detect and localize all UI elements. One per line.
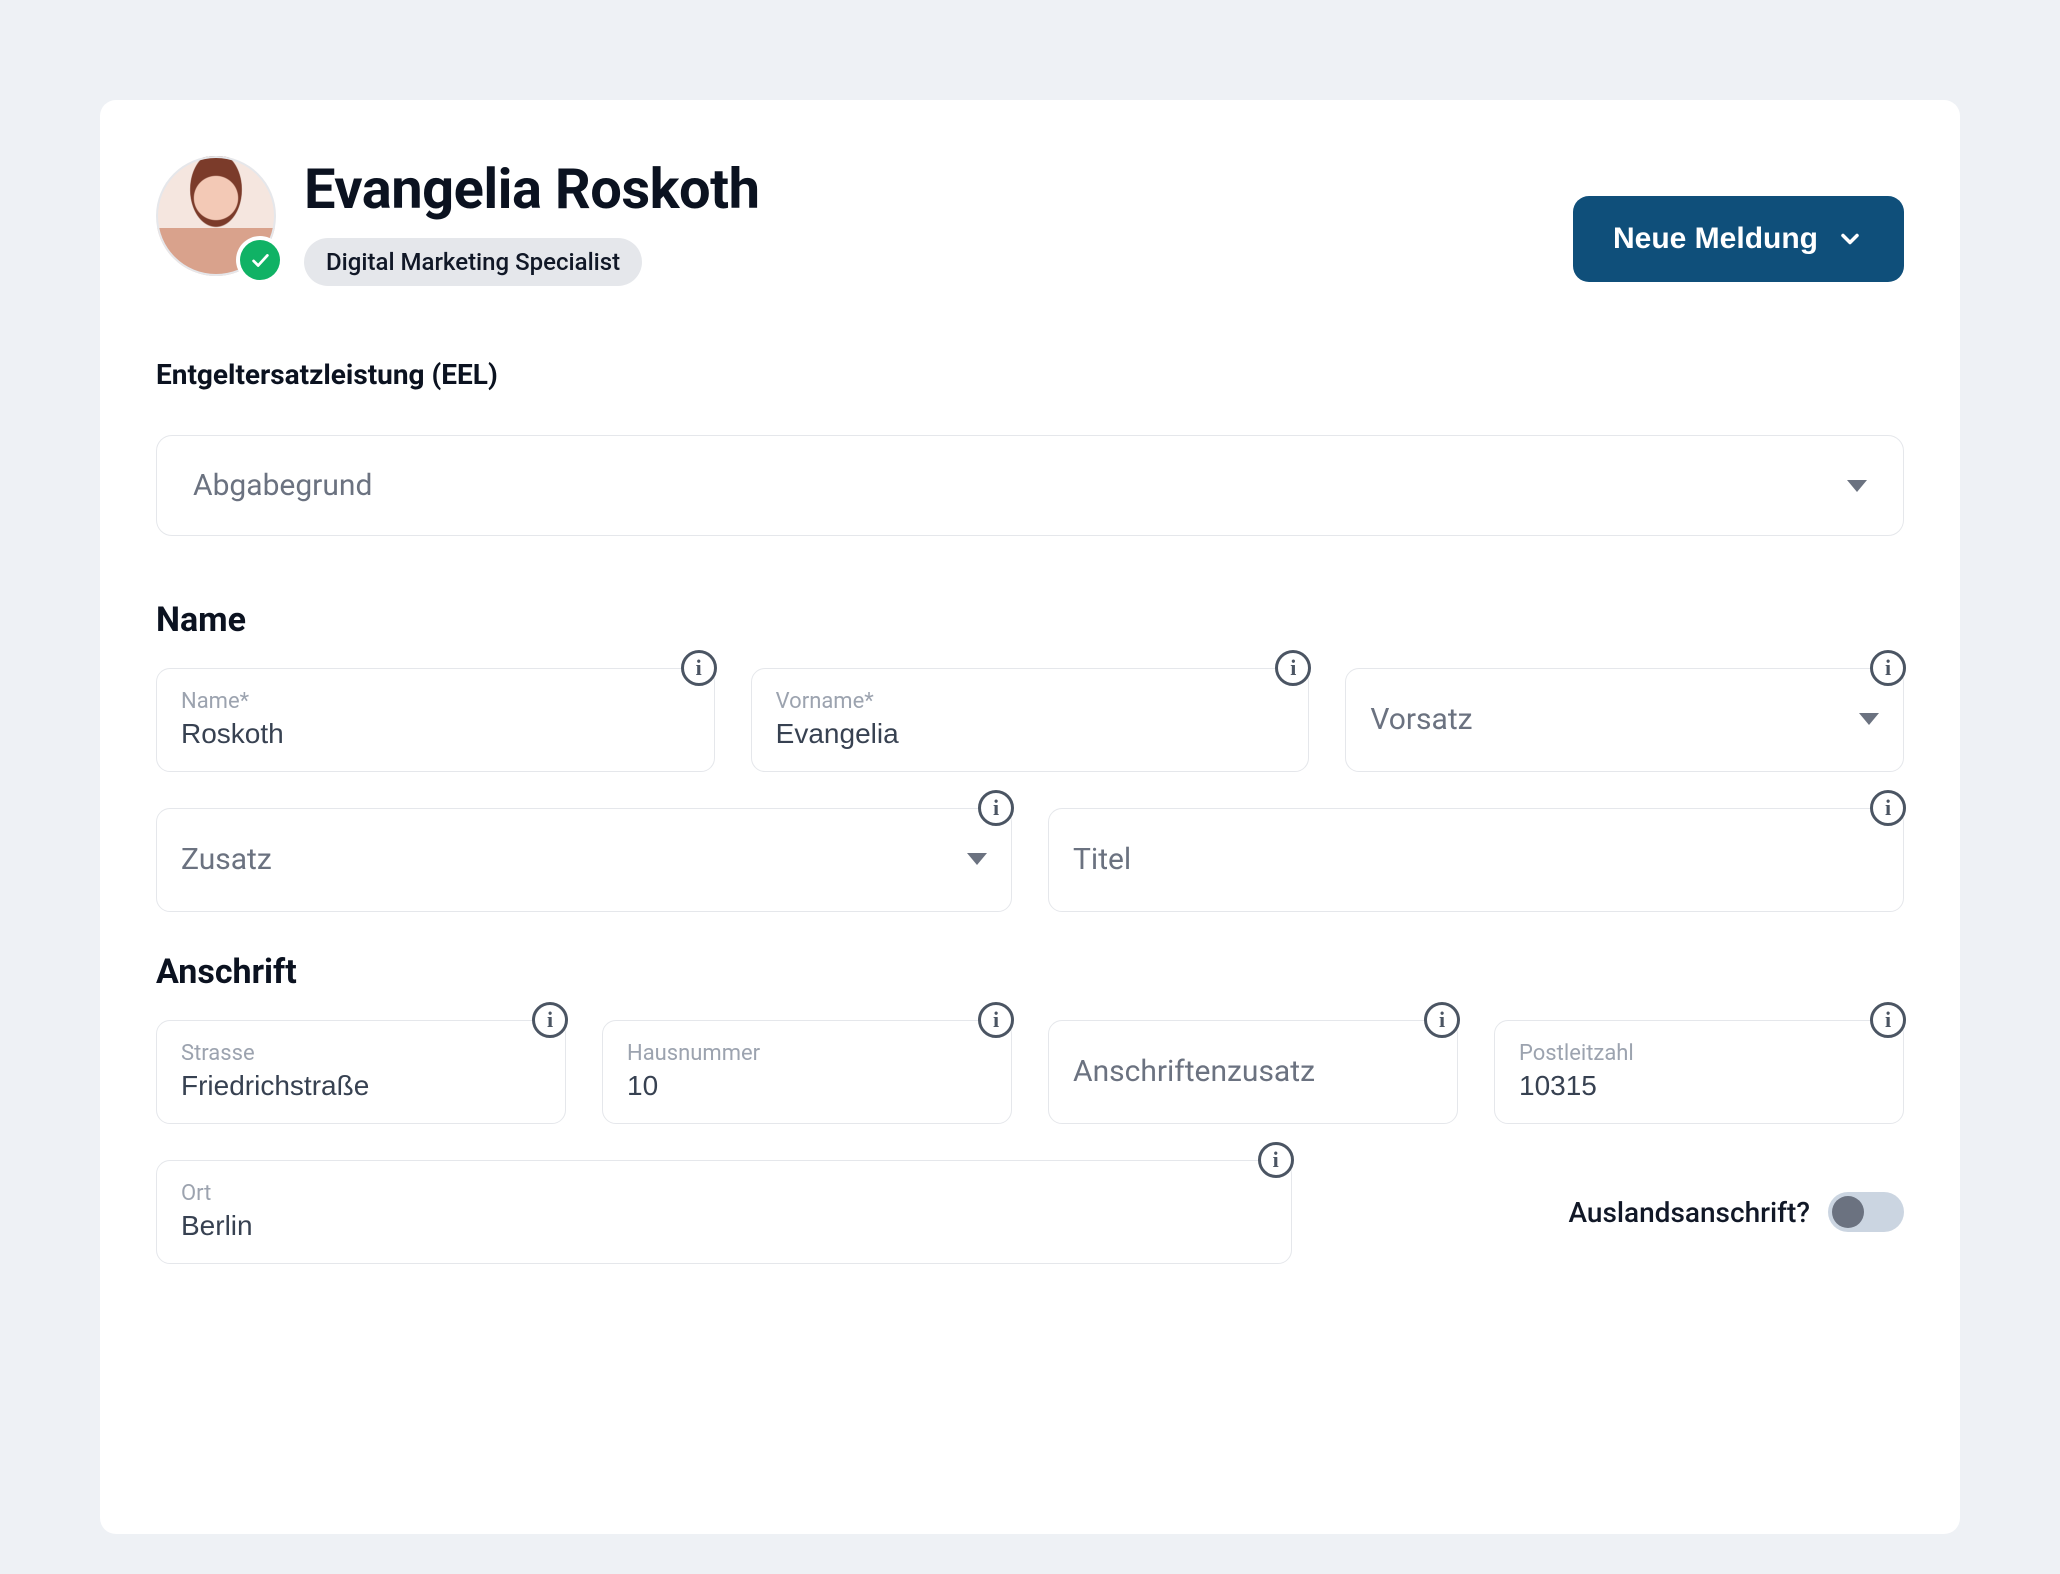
app-frame: Evangelia Roskoth Digital Marketing Spec… (40, 40, 2020, 1534)
new-report-label: Neue Meldung (1613, 222, 1818, 256)
titel-input-box[interactable]: Titel (1048, 808, 1904, 912)
page-card: Evangelia Roskoth Digital Marketing Spec… (100, 100, 1960, 1534)
role-chip: Digital Marketing Specialist (304, 238, 642, 286)
dropdown-caret-icon (1847, 480, 1867, 492)
ausland-toggle-row: Auslandsanschrift? (1328, 1160, 1904, 1264)
vorsatz-select[interactable]: Vorsatz (1345, 668, 1904, 772)
anschrift-row-2: i Ort Auslandsanschrift? (156, 1160, 1904, 1264)
abgabegrund-select[interactable]: Abgabegrund (156, 435, 1904, 536)
field-hausnummer: i Hausnummer (602, 1020, 1012, 1124)
hausnummer-label: Hausnummer (627, 1041, 987, 1066)
strasse-label: Strasse (181, 1041, 541, 1066)
field-ort: i Ort (156, 1160, 1292, 1264)
hausnummer-input[interactable] (627, 1070, 987, 1102)
strasse-input[interactable] (181, 1070, 541, 1102)
person-name: Evangelia Roskoth (304, 156, 759, 222)
zusatz-select[interactable]: Zusatz (156, 808, 1012, 912)
strasse-input-box[interactable]: Strasse (156, 1020, 566, 1124)
person-block: Evangelia Roskoth Digital Marketing Spec… (156, 156, 759, 286)
anschriftenzusatz-placeholder: Anschriftenzusatz (1073, 1054, 1315, 1089)
new-report-button[interactable]: Neue Meldung (1573, 196, 1904, 282)
plz-input-box[interactable]: Postleitzahl (1494, 1020, 1904, 1124)
name-label: Name* (181, 689, 690, 714)
info-icon[interactable]: i (1870, 1002, 1906, 1038)
info-icon[interactable]: i (978, 790, 1014, 826)
vorname-input-box[interactable]: Vorname* (751, 668, 1310, 772)
field-titel: i Titel (1048, 808, 1904, 912)
ausland-label: Auslandsanschrift? (1568, 1196, 1810, 1229)
avatar (156, 156, 276, 276)
field-name: i Name* (156, 668, 715, 772)
field-vorname: i Vorname* (751, 668, 1310, 772)
info-icon[interactable]: i (1424, 1002, 1460, 1038)
zusatz-placeholder: Zusatz (181, 842, 272, 877)
name-input[interactable] (181, 718, 690, 750)
name-row-1: i Name* i Vorname* i Vorsatz (156, 668, 1904, 772)
section-title: Entgeltersatzleistung (EEL) (156, 358, 1904, 391)
ort-input-box[interactable]: Ort (156, 1160, 1292, 1264)
toggle-knob (1832, 1196, 1864, 1228)
field-anschriftenzusatz: i Anschriftenzusatz (1048, 1020, 1458, 1124)
field-strasse: i Strasse (156, 1020, 566, 1124)
titel-placeholder: Titel (1073, 842, 1131, 877)
anschrift-row-1: i Strasse i Hausnummer i Anschriftenzusa… (156, 1020, 1904, 1124)
vorname-input[interactable] (776, 718, 1285, 750)
info-icon[interactable]: i (1870, 790, 1906, 826)
name-input-box[interactable]: Name* (156, 668, 715, 772)
info-icon[interactable]: i (978, 1002, 1014, 1038)
hausnummer-input-box[interactable]: Hausnummer (602, 1020, 1012, 1124)
ort-label: Ort (181, 1181, 1267, 1206)
anschrift-heading: Anschrift (156, 952, 1904, 992)
plz-label: Postleitzahl (1519, 1041, 1879, 1066)
page-header: Evangelia Roskoth Digital Marketing Spec… (156, 156, 1904, 286)
vorsatz-placeholder: Vorsatz (1370, 702, 1472, 737)
info-icon[interactable]: i (532, 1002, 568, 1038)
field-zusatz: i Zusatz (156, 808, 1012, 912)
chevron-down-icon (1836, 225, 1864, 253)
ort-input[interactable] (181, 1210, 1267, 1242)
field-vorsatz: i Vorsatz (1345, 668, 1904, 772)
ausland-toggle[interactable] (1828, 1192, 1904, 1232)
name-heading: Name (156, 600, 1904, 640)
plz-input[interactable] (1519, 1070, 1879, 1102)
person-info: Evangelia Roskoth Digital Marketing Spec… (304, 156, 759, 286)
field-plz: i Postleitzahl (1494, 1020, 1904, 1124)
name-row-2: i Zusatz i Titel (156, 808, 1904, 912)
anschriftenzusatz-input-box[interactable]: Anschriftenzusatz (1048, 1020, 1458, 1124)
info-icon[interactable]: i (1258, 1142, 1294, 1178)
abgabegrund-placeholder: Abgabegrund (193, 468, 372, 503)
dropdown-caret-icon (1859, 713, 1879, 725)
vorname-label: Vorname* (776, 689, 1285, 714)
verified-badge-icon (240, 240, 280, 280)
dropdown-caret-icon (967, 853, 987, 865)
info-icon[interactable]: i (681, 650, 717, 686)
info-icon[interactable]: i (1870, 650, 1906, 686)
